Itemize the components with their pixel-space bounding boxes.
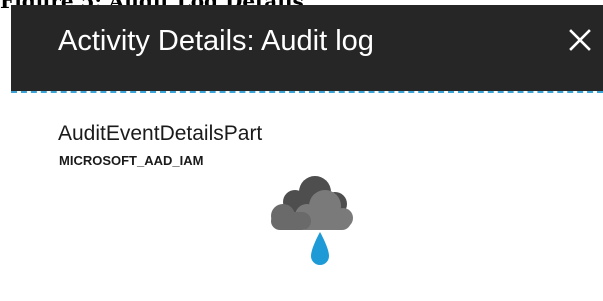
blade-header: Activity Details: Audit log [11, 5, 603, 91]
close-button[interactable] [565, 25, 595, 55]
cloud-rain-icon [263, 172, 359, 276]
part-title: AuditEventDetailsPart [58, 122, 263, 145]
page: Figure 5: Audit Log Details Activity Det… [0, 0, 603, 301]
header-divider [11, 91, 603, 93]
part-subtitle: MICROSOFT_AAD_IAM [59, 153, 204, 168]
close-icon [569, 29, 591, 51]
blade-title: Activity Details: Audit log [58, 25, 374, 57]
